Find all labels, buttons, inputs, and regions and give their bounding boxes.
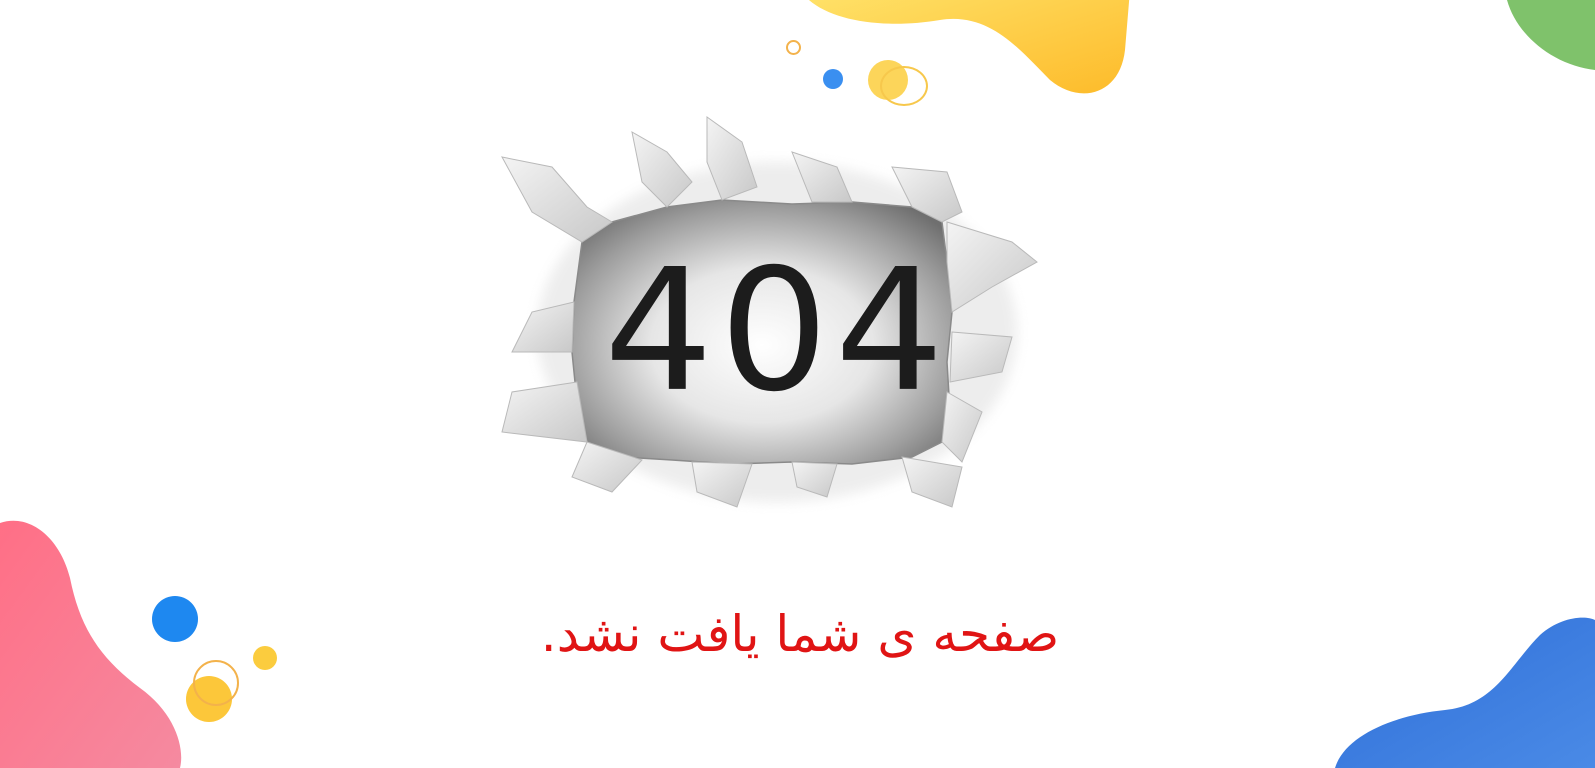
orange-ring-decoration xyxy=(786,40,801,55)
pink-blob-decoration xyxy=(0,520,182,768)
orange-ring-large-decoration xyxy=(193,660,239,706)
error-page: 404 صفحه ی شما یافت نشد. xyxy=(0,0,1595,768)
yellow-ring-decoration xyxy=(880,66,928,106)
blue-dot-decoration xyxy=(823,69,843,89)
error-code: 404 xyxy=(603,232,951,429)
green-blob-decoration xyxy=(1507,0,1595,70)
blue-blob-decoration xyxy=(1335,617,1595,768)
blue-dot-large-decoration xyxy=(152,596,198,642)
yellow-dot-small-decoration xyxy=(253,646,277,670)
yellow-blob-decoration xyxy=(809,0,1130,94)
not-found-message: صفحه ی شما یافت نشد. xyxy=(540,605,1060,663)
